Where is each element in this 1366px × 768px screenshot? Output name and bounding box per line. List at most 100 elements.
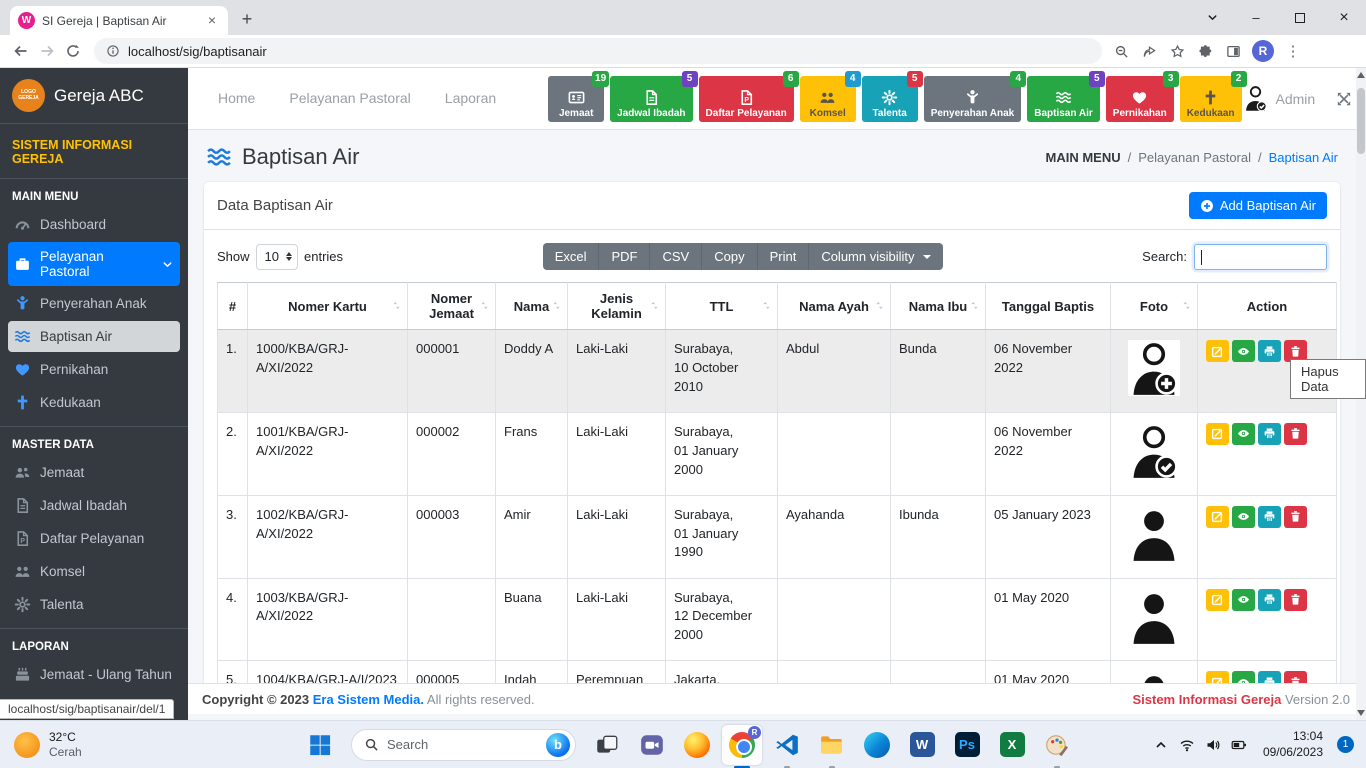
sidebar-item-pelayanan-pastoral[interactable]: Pelayanan Pastoral (8, 242, 180, 286)
edit-button[interactable] (1206, 423, 1229, 445)
sidebar-item-baptisan-air[interactable]: Baptisan Air (8, 321, 180, 352)
sidebar-item-jadwal-ibadah[interactable]: Jadwal Ibadah (8, 490, 180, 521)
notification-badge[interactable]: 1 (1337, 736, 1354, 753)
taskbar-app-edge[interactable] (857, 725, 897, 765)
side-panel-icon[interactable] (1220, 38, 1246, 64)
col-header-jenis-kelamin[interactable]: Jenis Kelamin (568, 283, 666, 330)
col-header-nama[interactable]: Nama (496, 283, 568, 330)
browser-profile-avatar[interactable]: R (1252, 40, 1274, 62)
col-header-ttl[interactable]: TTL (666, 283, 778, 330)
taskbar-app-word[interactable]: W (902, 725, 942, 765)
view-button[interactable] (1232, 506, 1255, 528)
add-baptisan-air-button[interactable]: Add Baptisan Air (1189, 192, 1327, 219)
sidebar-item-penyerahan-anak[interactable]: Penyerahan Anak (8, 288, 180, 319)
taskbar-app-explorer[interactable] (812, 725, 852, 765)
breadcrumb-item[interactable]: Baptisan Air (1269, 150, 1338, 165)
col-header-nomer-kartu[interactable]: Nomer Kartu (248, 283, 408, 330)
back-button[interactable] (8, 38, 34, 64)
window-close-button[interactable]: × (1322, 0, 1366, 35)
sidebar-item-kedukaan[interactable]: Kedukaan (8, 387, 180, 418)
window-maximize-button[interactable] (1278, 0, 1322, 35)
sidebar-item-jemaat-ulang-tahun[interactable]: Jemaat - Ulang Tahun (8, 659, 180, 690)
taskbar-app-photoshop[interactable]: Ps (947, 725, 987, 765)
breadcrumb-item[interactable]: MAIN MENU (1046, 150, 1121, 165)
extensions-puzzle-icon[interactable] (1192, 38, 1218, 64)
battery-icon[interactable] (1231, 737, 1247, 753)
nav-tile-kedukaan[interactable]: Kedukaan 2 (1180, 76, 1242, 122)
taskbar-app-excel[interactable]: X (992, 725, 1032, 765)
export-excel-button[interactable]: Excel (543, 243, 600, 270)
navbar-link-pelayanan-pastoral[interactable]: Pelayanan Pastoral (289, 90, 410, 106)
bookmark-star-icon[interactable] (1164, 38, 1190, 64)
nav-tile-komsel[interactable]: Komsel 4 (800, 76, 856, 122)
taskbar-app-vscode[interactable] (767, 725, 807, 765)
col-header-nomer-jemaat[interactable]: Nomer Jemaat (408, 283, 496, 330)
taskbar-app-paint[interactable] (1037, 725, 1077, 765)
nav-tile-jemaat[interactable]: Jemaat 19 (548, 76, 604, 122)
breadcrumb-item[interactable]: Pelayanan Pastoral (1138, 150, 1251, 165)
user-menu[interactable]: Admin (1242, 84, 1316, 113)
col-header-foto[interactable]: Foto (1111, 283, 1198, 330)
edit-button[interactable] (1206, 506, 1229, 528)
view-button[interactable] (1232, 589, 1255, 611)
export-copy-button[interactable]: Copy (702, 243, 757, 270)
scrollbar-thumb[interactable] (1357, 88, 1365, 154)
zoom-out-icon[interactable] (1108, 38, 1134, 64)
edit-button[interactable] (1206, 671, 1229, 683)
weather-widget[interactable]: 32°C Cerah (0, 730, 300, 760)
entries-select[interactable]: 10 (256, 244, 298, 270)
nav-tile-daftar-pelayanan[interactable]: P Daftar Pelayanan 6 (699, 76, 794, 122)
navbar-link-home[interactable]: Home (218, 90, 255, 106)
delete-button[interactable] (1284, 506, 1307, 528)
delete-button[interactable] (1284, 589, 1307, 611)
browser-menu-icon[interactable]: ⋮ (1280, 38, 1306, 64)
column-visibility-button[interactable]: Column visibility (809, 243, 942, 270)
export-csv-button[interactable]: CSV (650, 243, 702, 270)
print-button[interactable] (1258, 671, 1281, 683)
browser-tab[interactable]: W SI Gereja | Baptisan Air × (10, 6, 228, 35)
share-icon[interactable] (1136, 38, 1162, 64)
reload-button[interactable] (60, 38, 86, 64)
new-tab-button[interactable]: + (234, 7, 260, 33)
nav-tile-pernikahan[interactable]: Pernikahan 3 (1106, 76, 1174, 122)
site-info-icon[interactable] (106, 44, 120, 58)
nav-tile-penyerahan-anak[interactable]: Penyerahan Anak 4 (924, 76, 1022, 122)
sidebar-item-komsel[interactable]: Komsel (8, 556, 180, 587)
nav-tile-jadwal-ibadah[interactable]: Jadwal Ibadah 5 (610, 76, 692, 122)
edit-button[interactable] (1206, 589, 1229, 611)
taskbar-app-chrome[interactable]: R (722, 725, 762, 765)
taskbar-search[interactable]: Search b (351, 729, 576, 761)
export-pdf-button[interactable]: PDF (599, 243, 650, 270)
view-button[interactable] (1232, 423, 1255, 445)
search-input[interactable] (1194, 244, 1327, 270)
delete-button[interactable] (1284, 423, 1307, 445)
view-button[interactable] (1232, 340, 1255, 362)
edit-button[interactable] (1206, 340, 1229, 362)
navbar-link-laporan[interactable]: Laporan (445, 90, 496, 106)
view-button[interactable] (1232, 671, 1255, 683)
window-minimize-button[interactable]: – (1234, 0, 1278, 35)
sidebar-item-daftar-pelayanan[interactable]: P Daftar Pelayanan (8, 523, 180, 554)
brand[interactable]: LOGO GEREJA Gereja ABC (0, 68, 188, 124)
print-button[interactable] (1258, 589, 1281, 611)
company-link[interactable]: Era Sistem Media. (313, 692, 424, 707)
start-button[interactable] (300, 725, 340, 765)
tray-chevron-up-icon[interactable] (1153, 737, 1169, 753)
export-print-button[interactable]: Print (758, 243, 810, 270)
forward-button[interactable] (34, 38, 60, 64)
taskbar-app-chat[interactable] (632, 725, 672, 765)
tab-search-chevron-icon[interactable] (1190, 0, 1234, 35)
print-button[interactable] (1258, 506, 1281, 528)
col-header-nama-ayah[interactable]: Nama Ayah (778, 283, 891, 330)
address-bar[interactable]: localhost/sig/baptisanair (94, 38, 1102, 64)
sidebar-item-dashboard[interactable]: Dashboard (8, 209, 180, 240)
nav-tile-talenta[interactable]: Talenta 5 (862, 76, 918, 122)
taskbar-app-firefox[interactable] (677, 725, 717, 765)
sidebar-item-jemaat[interactable]: Jemaat (8, 457, 180, 488)
bing-icon[interactable]: b (546, 733, 570, 757)
nav-tile-baptisan-air[interactable]: Baptisan Air 5 (1027, 76, 1100, 122)
sidebar-item-pernikahan[interactable]: Pernikahan (8, 354, 180, 385)
col-header-nama-ibu[interactable]: Nama Ibu (891, 283, 986, 330)
print-button[interactable] (1258, 340, 1281, 362)
taskbar-app-task-view[interactable] (587, 725, 627, 765)
